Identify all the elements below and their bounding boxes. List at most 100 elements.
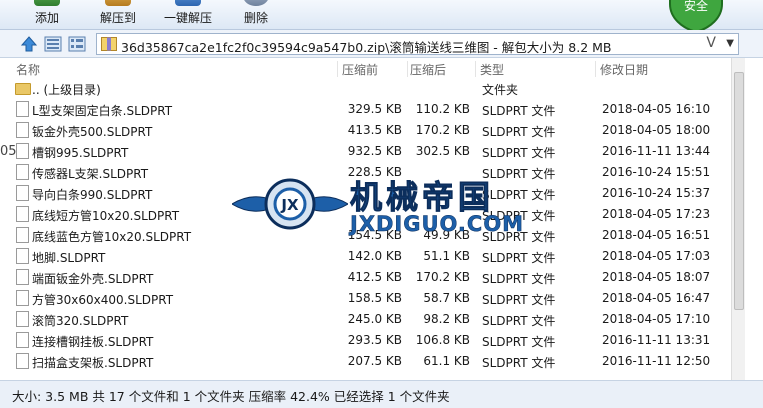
file-row[interactable]: 扫描盒支架板.SLDPRT 207.5 KB 61.1 KB SLDPRT 文件 201… bbox=[10, 351, 730, 372]
file-row[interactable]: 滚筒320.SLDPRT 245.0 KB 98.2 KB SLDPRT 文件 2018… bbox=[10, 309, 730, 330]
file-icon bbox=[16, 269, 29, 285]
up-arrow-icon[interactable] bbox=[20, 35, 38, 53]
watermark: JX 机械帝国 JXDIGUO.COM bbox=[232, 172, 562, 242]
details-view-icon[interactable] bbox=[44, 35, 62, 53]
file-date: 2016-11-11 13:44 bbox=[602, 144, 711, 158]
file-size: 207.5 KB bbox=[347, 354, 402, 368]
address-bar: 36d35867ca2e1fc2f0c39594c9a547b0.zip\滚筒输… bbox=[0, 30, 763, 58]
file-size: 245.0 KB bbox=[347, 312, 402, 326]
file-packed-size: 110.2 KB bbox=[415, 102, 470, 116]
security-shield-icon[interactable]: 安全 bbox=[668, 0, 724, 32]
file-name: 地脚.SLDPRT bbox=[32, 251, 106, 265]
delete-button[interactable]: 删除 bbox=[236, 0, 276, 30]
file-name: 扫描盒支架板.SLDPRT bbox=[32, 356, 154, 370]
left-edge-fragment: 05 bbox=[0, 144, 17, 159]
zip-archive-icon bbox=[101, 37, 117, 51]
file-row[interactable]: .. (上级目录) 文件夹 bbox=[10, 78, 730, 99]
toolbar: 添加 解压到 一键解压 删除 安全 bbox=[0, 0, 763, 32]
file-type: SLDPRT 文件 bbox=[482, 272, 556, 286]
file-packed-size: 51.1 KB bbox=[423, 249, 470, 263]
file-icon bbox=[16, 164, 29, 180]
column-type[interactable]: 类型 bbox=[480, 61, 596, 77]
file-row[interactable]: 槽钢995.SLDPRT 932.5 KB 302.5 KB SLDPRT 文件 201… bbox=[10, 141, 730, 162]
file-date: 2016-11-11 13:31 bbox=[602, 333, 711, 347]
status-text: 大小: 3.5 MB 共 17 个文件和 1 个文件夹 压缩率 42.4% 已经… bbox=[12, 389, 450, 404]
file-icon bbox=[16, 353, 29, 369]
file-type: SLDPRT 文件 bbox=[482, 104, 556, 118]
file-row[interactable]: 方管30x60x400.SLDPRT 158.5 KB 58.7 KB SLDPRT … bbox=[10, 288, 730, 309]
column-packed[interactable]: 压缩后 bbox=[410, 61, 476, 77]
file-packed-size: 170.2 KB bbox=[415, 270, 470, 284]
file-date: 2018-04-05 17:03 bbox=[602, 249, 711, 263]
file-row[interactable]: L型支架固定白条.SLDPRT 329.5 KB 110.2 KB SLDPRT 文件… bbox=[10, 99, 730, 120]
column-size[interactable]: 压缩前 bbox=[342, 61, 408, 77]
column-date[interactable]: 修改日期 bbox=[600, 61, 730, 77]
file-date: 2018-04-05 18:07 bbox=[602, 270, 711, 284]
file-date: 2018-04-05 17:10 bbox=[602, 312, 711, 326]
file-size: 293.5 KB bbox=[347, 333, 402, 347]
file-name: 端面钣金外壳.SLDPRT bbox=[32, 272, 154, 286]
file-type: 文件夹 bbox=[482, 83, 519, 97]
scrollbar-thumb[interactable] bbox=[734, 72, 744, 310]
chevron-down-icon[interactable]: ▼ bbox=[726, 38, 734, 49]
file-size: 413.5 KB bbox=[347, 123, 402, 137]
file-date: 2016-10-24 15:37 bbox=[602, 186, 711, 200]
file-size: 142.0 KB bbox=[347, 249, 402, 263]
file-icon bbox=[16, 122, 29, 138]
file-packed-size: 302.5 KB bbox=[415, 144, 470, 158]
file-icon bbox=[16, 248, 29, 264]
file-size: 158.5 KB bbox=[347, 291, 402, 305]
file-name: L型支架固定白条.SLDPRT bbox=[32, 104, 173, 118]
file-date: 2016-10-24 15:51 bbox=[602, 165, 711, 179]
extract-to-button[interactable]: 解压到 bbox=[92, 0, 144, 30]
add-button[interactable]: 添加 bbox=[22, 0, 72, 30]
file-icon bbox=[16, 332, 29, 348]
file-size: 329.5 KB bbox=[347, 102, 402, 116]
file-row[interactable]: 端面钣金外壳.SLDPRT 412.5 KB 170.2 KB SLDPRT 文件 20… bbox=[10, 267, 730, 288]
file-packed-size: 106.8 KB bbox=[415, 333, 470, 347]
file-icon bbox=[16, 311, 29, 327]
status-bar: 大小: 3.5 MB 共 17 个文件和 1 个文件夹 压缩率 42.4% 已经… bbox=[0, 380, 763, 408]
watermark-gear-logo: JX bbox=[232, 178, 348, 230]
file-icon bbox=[16, 185, 29, 201]
file-row[interactable]: 钣金外壳500.SLDPRT 413.5 KB 170.2 KB SLDPRT 文件 2… bbox=[10, 120, 730, 141]
file-name: 槽钢995.SLDPRT bbox=[32, 146, 129, 160]
one-click-extract-button[interactable]: 一键解压 bbox=[158, 0, 218, 30]
address-history-dropdown[interactable]: V bbox=[706, 35, 716, 51]
file-name: 底线蓝色方管10x20.SLDPRT bbox=[32, 230, 192, 244]
watermark-english: JXDIGUO.COM bbox=[350, 212, 525, 237]
file-type: SLDPRT 文件 bbox=[482, 293, 556, 307]
file-packed-size: 170.2 KB bbox=[415, 123, 470, 137]
archive-path: 36d35867ca2e1fc2f0c39594c9a547b0.zip\滚筒输… bbox=[121, 40, 612, 55]
file-type: SLDPRT 文件 bbox=[482, 251, 556, 265]
address-field[interactable]: 36d35867ca2e1fc2f0c39594c9a547b0.zip\滚筒输… bbox=[96, 33, 739, 55]
file-date: 2018-04-05 16:47 bbox=[602, 291, 711, 305]
file-date: 2016-11-11 12:50 bbox=[602, 354, 711, 368]
add-icon bbox=[34, 0, 60, 6]
delete-icon bbox=[243, 0, 269, 6]
file-name: .. (上级目录) bbox=[32, 83, 101, 97]
file-name: 导向白条990.SLDPRT bbox=[32, 188, 153, 202]
file-type: SLDPRT 文件 bbox=[482, 314, 556, 328]
file-size: 932.5 KB bbox=[347, 144, 402, 158]
file-row[interactable]: 地脚.SLDPRT 142.0 KB 51.1 KB SLDPRT 文件 2018-04… bbox=[10, 246, 730, 267]
file-type: SLDPRT 文件 bbox=[482, 356, 556, 370]
file-date: 2018-04-05 17:23 bbox=[602, 207, 711, 221]
file-icon bbox=[16, 290, 29, 306]
file-date: 2018-04-05 16:10 bbox=[602, 102, 711, 116]
column-name[interactable]: 名称 bbox=[16, 61, 338, 77]
file-type: SLDPRT 文件 bbox=[482, 125, 556, 139]
shield-label: 安全 bbox=[684, 0, 708, 13]
file-row[interactable]: 连接槽钢挂板.SLDPRT 293.5 KB 106.8 KB SLDPRT 文件 20… bbox=[10, 330, 730, 351]
file-icon bbox=[16, 143, 29, 159]
file-name: 滚筒320.SLDPRT bbox=[32, 314, 129, 328]
file-icon bbox=[16, 101, 29, 117]
vertical-scrollbar[interactable] bbox=[731, 58, 745, 380]
list-view-icon[interactable] bbox=[68, 35, 86, 53]
one-click-extract-icon bbox=[175, 0, 201, 6]
file-icon bbox=[16, 206, 29, 222]
folder-icon bbox=[15, 83, 31, 95]
file-name: 钣金外壳500.SLDPRT bbox=[32, 125, 153, 139]
file-type: SLDPRT 文件 bbox=[482, 146, 556, 160]
file-packed-size: 98.2 KB bbox=[423, 312, 470, 326]
